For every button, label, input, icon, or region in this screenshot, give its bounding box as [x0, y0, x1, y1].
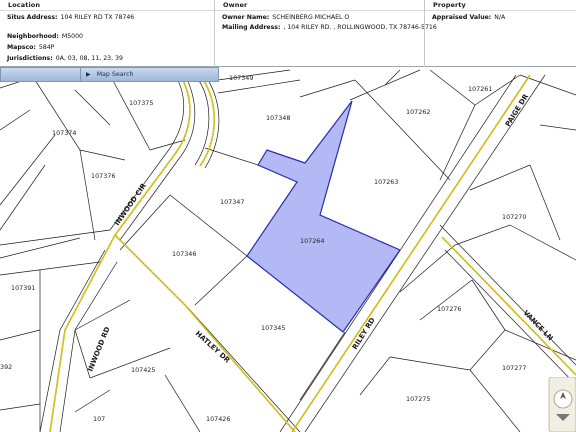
jurisdictions-row: Jurisdictions: 0A, 03, 08, 11, 23, 39	[7, 55, 123, 62]
situs-address-row: Situs Address: 104 RILEY RD TX 78746	[7, 14, 134, 21]
parcel-label[interactable]: 107376	[91, 172, 115, 180]
property-heading: Property	[425, 0, 576, 11]
street-label-paige-dr: PAIGE DR	[504, 92, 531, 128]
owner-name-label: Owner Name:	[222, 14, 270, 21]
mapsco-value: 584P	[38, 44, 55, 51]
street-label-inwood-cir: INWOOD CIR	[113, 182, 148, 228]
property-info-panel: Location Situs Address: 104 RILEY RD TX 7…	[0, 0, 576, 67]
parcel-label[interactable]: 107276	[437, 305, 461, 313]
mailing-address-label: Mailing Address:	[222, 24, 281, 31]
parcel-label[interactable]: 107391	[11, 284, 35, 292]
parcel-label[interactable]: 107262	[406, 108, 430, 116]
parcel-label[interactable]: 107347	[220, 198, 244, 206]
parcel-label[interactable]: 107374	[52, 129, 76, 137]
parcel-label[interactable]: 107	[93, 415, 105, 423]
mapsco-row: Mapsco: 584P	[7, 44, 54, 51]
parcel-label[interactable]: 107425	[131, 366, 155, 374]
appraised-value-row: Appraised Value: N/A	[432, 14, 505, 21]
jurisdictions-value: 0A, 03, 08, 11, 23, 39	[55, 55, 123, 62]
selected-parcel-label[interactable]: 107264	[300, 237, 324, 245]
mailing-address-row: Mailing Address:, 104 RILEY RD. , ROLLIN…	[222, 24, 437, 31]
parcel-label[interactable]: 107277	[502, 364, 526, 372]
street-label-riley-rd: RILEY RD	[351, 316, 377, 351]
parcel-label[interactable]: 107263	[374, 178, 398, 186]
map-canvas[interactable]: 107349 107375 107348 107261 107262 10737…	[0, 67, 576, 432]
street-label-inwood-rd: INWOOD RD	[86, 326, 111, 373]
parcel-label[interactable]: 107346	[172, 250, 196, 258]
property-section: Property Appraised Value: N/A	[424, 0, 576, 67]
neighborhood-value: M5000	[61, 33, 83, 40]
parcel-label[interactable]: 392	[0, 363, 12, 371]
neighborhood-row: Neighborhood: M5000	[7, 33, 83, 40]
owner-name-value: SCHEINBERG MICHAEL O	[272, 14, 350, 21]
parcel-label[interactable]: 107275	[406, 395, 430, 403]
location-section: Location Situs Address: 104 RILEY RD TX 7…	[0, 0, 214, 67]
jurisdictions-label: Jurisdictions:	[7, 55, 53, 62]
street-label-vance-ln: VANCE LN	[522, 309, 555, 343]
parcel-label[interactable]: 107426	[206, 415, 230, 423]
mapsco-label: Mapsco:	[7, 44, 36, 51]
parcel-label[interactable]: 107270	[502, 213, 526, 221]
parcel-label[interactable]: 107375	[129, 99, 153, 107]
pan-compass-widget[interactable]	[541, 377, 576, 432]
owner-heading: Owner	[215, 0, 424, 11]
location-heading: Location	[0, 0, 214, 11]
map-search-toolbar: ▶ Map Search	[0, 67, 219, 82]
parcel-label[interactable]: 107345	[261, 324, 285, 332]
parcel-label[interactable]: 107349	[229, 74, 253, 82]
owner-name-row: Owner Name: SCHEINBERG MICHAEL O	[222, 14, 349, 21]
appraised-value-label: Appraised Value:	[432, 14, 492, 21]
situs-address-value: 104 RILEY RD TX 78746	[60, 14, 135, 21]
appraised-value-value: N/A	[494, 14, 506, 21]
owner-section: Owner Owner Name: SCHEINBERG MICHAEL O Ma…	[214, 0, 437, 67]
map-search-label: Map Search	[96, 71, 134, 78]
neighborhood-label: Neighborhood:	[7, 33, 59, 40]
expand-arrow-icon: ▶	[86, 71, 91, 78]
selected-parcel[interactable]	[246, 100, 401, 333]
parcel-label[interactable]: 107348	[266, 114, 290, 122]
mailing-address-value: , 104 RILEY RD. , ROLLINGWOOD, TX 78746-…	[283, 24, 437, 31]
parcel-map[interactable]: 107349 107375 107348 107261 107262 10737…	[0, 67, 576, 432]
parcel-label[interactable]: 107261	[468, 85, 492, 93]
map-search-button[interactable]: ▶ Map Search	[80, 68, 220, 81]
situs-address-label: Situs Address:	[7, 14, 58, 21]
